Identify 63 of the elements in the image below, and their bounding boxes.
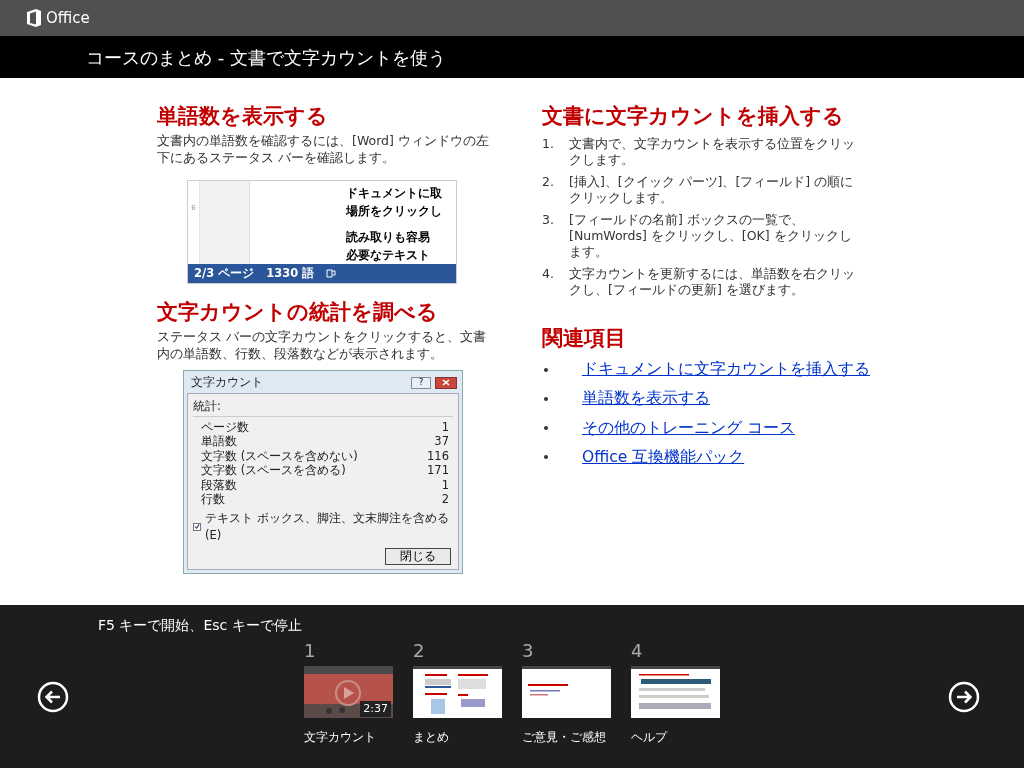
close-icon <box>442 379 450 387</box>
dialog-title: 文字カウント <box>191 374 263 391</box>
related-link[interactable]: その他のトレーニング コース <box>582 416 795 440</box>
stat-value: 2 <box>441 492 449 507</box>
slide-title[interactable]: ヘルプ <box>631 728 720 746</box>
help-button[interactable]: ? <box>411 376 431 389</box>
bullet-icon <box>544 367 548 372</box>
step-text: 文字カウントを更新するには、単語数を右クリックし、[フィールドの更新] を選びます。 <box>569 266 856 298</box>
stat-value: 116 <box>427 448 449 463</box>
document-line: 読み取りも容易 <box>346 229 431 246</box>
app-name: Office <box>46 7 90 29</box>
step-number: 3. <box>542 212 555 229</box>
description-text: 文書内の単語数を確認するには、[Word] ウィンドウの左下にあるステータス バーを確認します。 <box>157 132 490 166</box>
stat-name: 文字数 (スペースを含めない) <box>201 448 358 463</box>
related-link[interactable]: Office 互換機能パック <box>582 445 745 469</box>
step-text: [フィールドの名前] ボックスの一覧で、[NumWords] をクリックし、[OK] をクリックします。 <box>569 212 853 260</box>
stat-value: 171 <box>427 463 449 478</box>
related-link[interactable]: 単語数を表示する <box>582 387 710 411</box>
stat-name: 行数 <box>201 492 225 507</box>
page-count: 2/3 ページ <box>194 264 255 282</box>
bullet-icon <box>544 455 548 460</box>
section-heading: 文字カウントの統計を調べる <box>157 299 439 326</box>
page-title: コースのまとめ - 文書で文字カウントを使う <box>86 45 446 70</box>
slide-number: 3 <box>522 639 535 663</box>
slide-title[interactable]: まとめ <box>413 728 502 746</box>
slide-title[interactable]: 文字カウント <box>304 728 393 746</box>
stat-name: 文字数 (スペースを含める) <box>201 463 346 478</box>
proofing-icon <box>326 269 337 278</box>
stat-name: 段落数 <box>201 477 237 492</box>
stat-name: 単語数 <box>201 434 237 449</box>
group-label: 統計: <box>193 399 221 414</box>
document-line: 場所をクリックし <box>346 203 443 220</box>
word-count: 1330 語 <box>266 264 315 282</box>
section-heading: 関連項目 <box>542 325 627 352</box>
step-number: 2. <box>542 174 555 191</box>
stat-name: ページ数 <box>201 419 249 434</box>
office-logo-icon <box>26 8 42 28</box>
close-dialog-button[interactable]: 閉じる <box>385 548 451 565</box>
previous-icon[interactable] <box>37 681 69 713</box>
stat-value: 1 <box>441 419 449 434</box>
document-line: ドキュメントに取 <box>346 185 443 202</box>
close-button[interactable] <box>435 376 457 389</box>
step-text: [挿入]、[クイック パーツ]、[フィールド] の順にクリックします。 <box>569 174 855 206</box>
step-number: 4. <box>542 266 555 283</box>
checkbox-label: テキスト ボックス、脚注、文末脚注を含める(E) <box>205 509 450 544</box>
checkbox[interactable] <box>193 522 201 531</box>
slide-number: 4 <box>631 639 644 663</box>
section-heading: 文書に文字カウントを挿入する <box>542 103 845 130</box>
step-text: 文書内で、文字カウントを表示する位置をクリックします。 <box>569 136 856 168</box>
section-heading: 単語数を表示する <box>157 103 329 130</box>
description-text: ステータス バーの文字カウントをクリックすると、文書内の単語数、行数、段落数などが表示されます。 <box>157 328 487 362</box>
step-number: 1. <box>542 136 555 153</box>
slide-number: 2 <box>413 639 426 663</box>
related-link[interactable]: ドキュメントに文字カウントを挿入する <box>582 358 870 382</box>
keyboard-hint: F5 キーで開始、Esc キーで停止 <box>98 616 302 635</box>
next-icon[interactable] <box>948 681 980 713</box>
document-line: 必要なテキスト <box>346 247 431 264</box>
slide-number: 1 <box>304 639 317 663</box>
slide-title[interactable]: ご意見・ご感想 <box>522 728 611 746</box>
stat-value: 37 <box>434 434 449 449</box>
bullet-icon <box>544 396 548 401</box>
stat-value: 1 <box>441 477 449 492</box>
bullet-icon <box>544 426 548 431</box>
